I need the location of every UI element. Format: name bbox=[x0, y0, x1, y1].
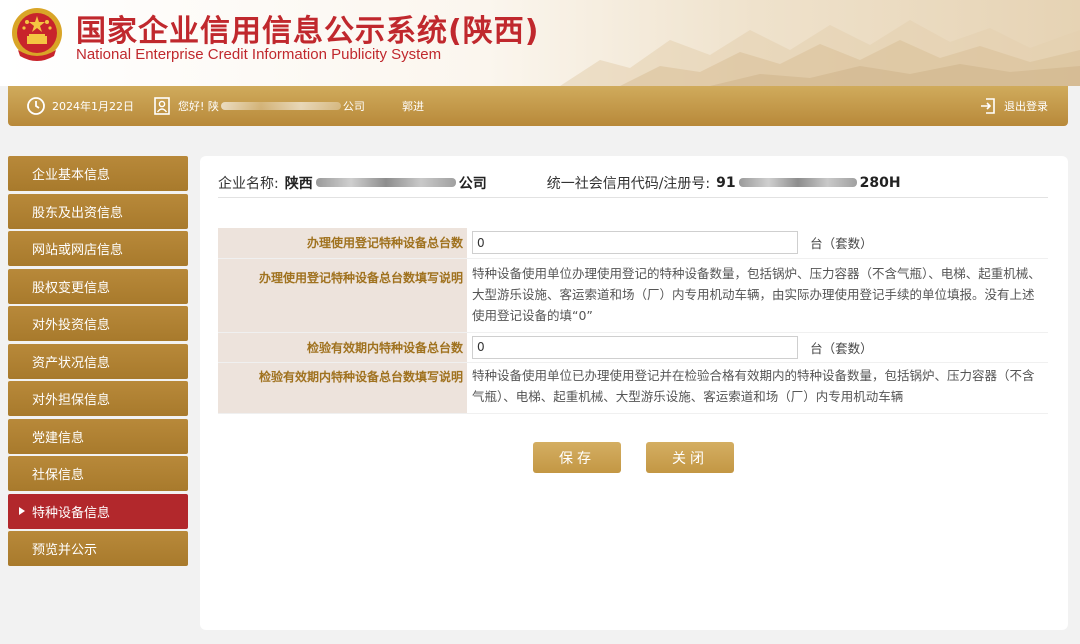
redacted-company-name bbox=[315, 178, 456, 187]
sidebar-item-label: 网站或网店信息 bbox=[32, 243, 124, 258]
special-equipment-form: 办理使用登记特种设备总台数 台（套数） 办理使用登记特种设备总台数填写说明 特种… bbox=[218, 228, 1048, 414]
reg-total-unit: 台（套数） bbox=[810, 236, 873, 252]
company-name-prefix: 陕西 bbox=[284, 175, 313, 192]
sidebar-item-special-equipment[interactable]: 特种设备信息 bbox=[8, 493, 188, 529]
national-emblem-icon bbox=[12, 8, 62, 61]
logout-label: 退出登录 bbox=[1004, 100, 1048, 113]
redacted-company-name bbox=[220, 102, 341, 110]
greeting-suffix: 公司 bbox=[342, 100, 365, 113]
sidebar-item-label: 特种设备信息 bbox=[32, 505, 111, 521]
sidebar-item-equity-change[interactable]: 股权变更信息 bbox=[8, 268, 188, 304]
sidebar-item-label: 资产状况信息 bbox=[32, 355, 111, 371]
reg-note-label: 办理使用登记特种设备总台数填写说明 bbox=[218, 258, 467, 333]
main-panel: 企业名称: 陕西 公司 统一社会信用代码/注册号: 91 280H 办理使用登记… bbox=[200, 156, 1068, 630]
site-title-region: (陕西) bbox=[448, 14, 540, 49]
company-name-value: 陕西 公司 bbox=[285, 173, 487, 193]
sidebar-item-shareholders[interactable]: 股东及出资信息 bbox=[8, 193, 188, 229]
company-header: 企业名称: 陕西 公司 统一社会信用代码/注册号: 91 280H bbox=[218, 168, 1048, 198]
sidebar-item-label: 预览并公示 bbox=[32, 543, 98, 558]
company-name-suffix: 公司 bbox=[458, 175, 487, 192]
insp-note-label: 检验有效期内特种设备总台数填写说明 bbox=[218, 362, 467, 414]
sidebar-item-social-security[interactable]: 社保信息 bbox=[8, 456, 188, 491]
insp-total-label: 检验有效期内特种设备总台数 bbox=[218, 332, 467, 363]
save-button[interactable]: 保存 bbox=[533, 442, 621, 473]
insp-total-unit: 台（套数） bbox=[810, 340, 873, 356]
user-name: 郭进 bbox=[402, 100, 424, 113]
sidebar-item-label: 股权变更信息 bbox=[32, 280, 111, 296]
site-header: 国家企业信用信息公示系统(陕西) National Enterprise Cre… bbox=[0, 0, 1080, 86]
sidebar-item-label: 股东及出资信息 bbox=[32, 205, 124, 221]
sidebar-item-label: 企业基本信息 bbox=[32, 168, 111, 183]
sidebar-item-preview-publish[interactable]: 预览并公示 bbox=[8, 531, 188, 566]
credit-code-label: 统一社会信用代码/注册号: bbox=[546, 175, 711, 192]
user-card-icon bbox=[154, 97, 170, 115]
company-name-label: 企业名称: bbox=[218, 175, 279, 192]
sidebar-nav: 企业基本信息 股东及出资信息 网站或网店信息 股权变更信息 对外投资信息 资产状… bbox=[8, 156, 188, 569]
date-display: 2024年1月22日 bbox=[26, 86, 134, 126]
insp-total-input[interactable] bbox=[472, 335, 798, 359]
sidebar-item-investment[interactable]: 对外投资信息 bbox=[8, 306, 188, 341]
reg-note-text: 特种设备使用单位办理使用登记的特种设备数量，包括锅炉、压力容器（不含气瓶）、电梯… bbox=[467, 258, 1048, 333]
clock-icon bbox=[27, 97, 45, 115]
credit-code-prefix: 91 bbox=[716, 174, 736, 191]
credit-code-value: 91 280H bbox=[716, 175, 900, 191]
reg-total-label: 办理使用登记特种设备总台数 bbox=[218, 228, 467, 259]
sidebar-item-party-building[interactable]: 党建信息 bbox=[8, 418, 188, 454]
greeting-prefix: 您好! 陕 bbox=[178, 100, 219, 113]
site-title: 国家企业信用信息公示系统(陕西) bbox=[76, 6, 539, 50]
logout-icon bbox=[981, 98, 995, 114]
mountain-landscape-decoration bbox=[560, 20, 1080, 86]
sidebar-item-basic-info[interactable]: 企业基本信息 bbox=[8, 156, 188, 191]
logout-button[interactable]: 退出登录 bbox=[978, 86, 1048, 126]
sidebar-item-guarantee[interactable]: 对外担保信息 bbox=[8, 381, 188, 416]
sidebar-item-label: 对外投资信息 bbox=[32, 318, 111, 333]
credit-code-suffix: 280H bbox=[859, 174, 901, 191]
user-info-bar: 2024年1月22日 您好! 陕 公司 郭进 退出登录 bbox=[8, 86, 1068, 126]
redacted-credit-code bbox=[738, 178, 857, 187]
site-title-english: National Enterprise Credit Information P… bbox=[76, 46, 442, 63]
sidebar-item-website[interactable]: 网站或网店信息 bbox=[8, 231, 188, 266]
sidebar-item-label: 对外担保信息 bbox=[32, 393, 111, 408]
reg-total-input[interactable] bbox=[472, 231, 798, 255]
sidebar-item-assets[interactable]: 资产状况信息 bbox=[8, 343, 188, 379]
greeting: 您好! 陕 公司 bbox=[152, 86, 365, 126]
sidebar-item-label: 社保信息 bbox=[32, 468, 85, 483]
current-date: 2024年1月22日 bbox=[52, 100, 134, 113]
close-button[interactable]: 关闭 bbox=[646, 442, 734, 473]
site-title-main: 国家企业信用信息公示系统 bbox=[76, 14, 448, 49]
insp-note-text: 特种设备使用单位已办理使用登记并在检验合格有效期内的特种设备数量，包括锅炉、压力… bbox=[467, 362, 1048, 414]
sidebar-item-label: 党建信息 bbox=[32, 430, 85, 446]
